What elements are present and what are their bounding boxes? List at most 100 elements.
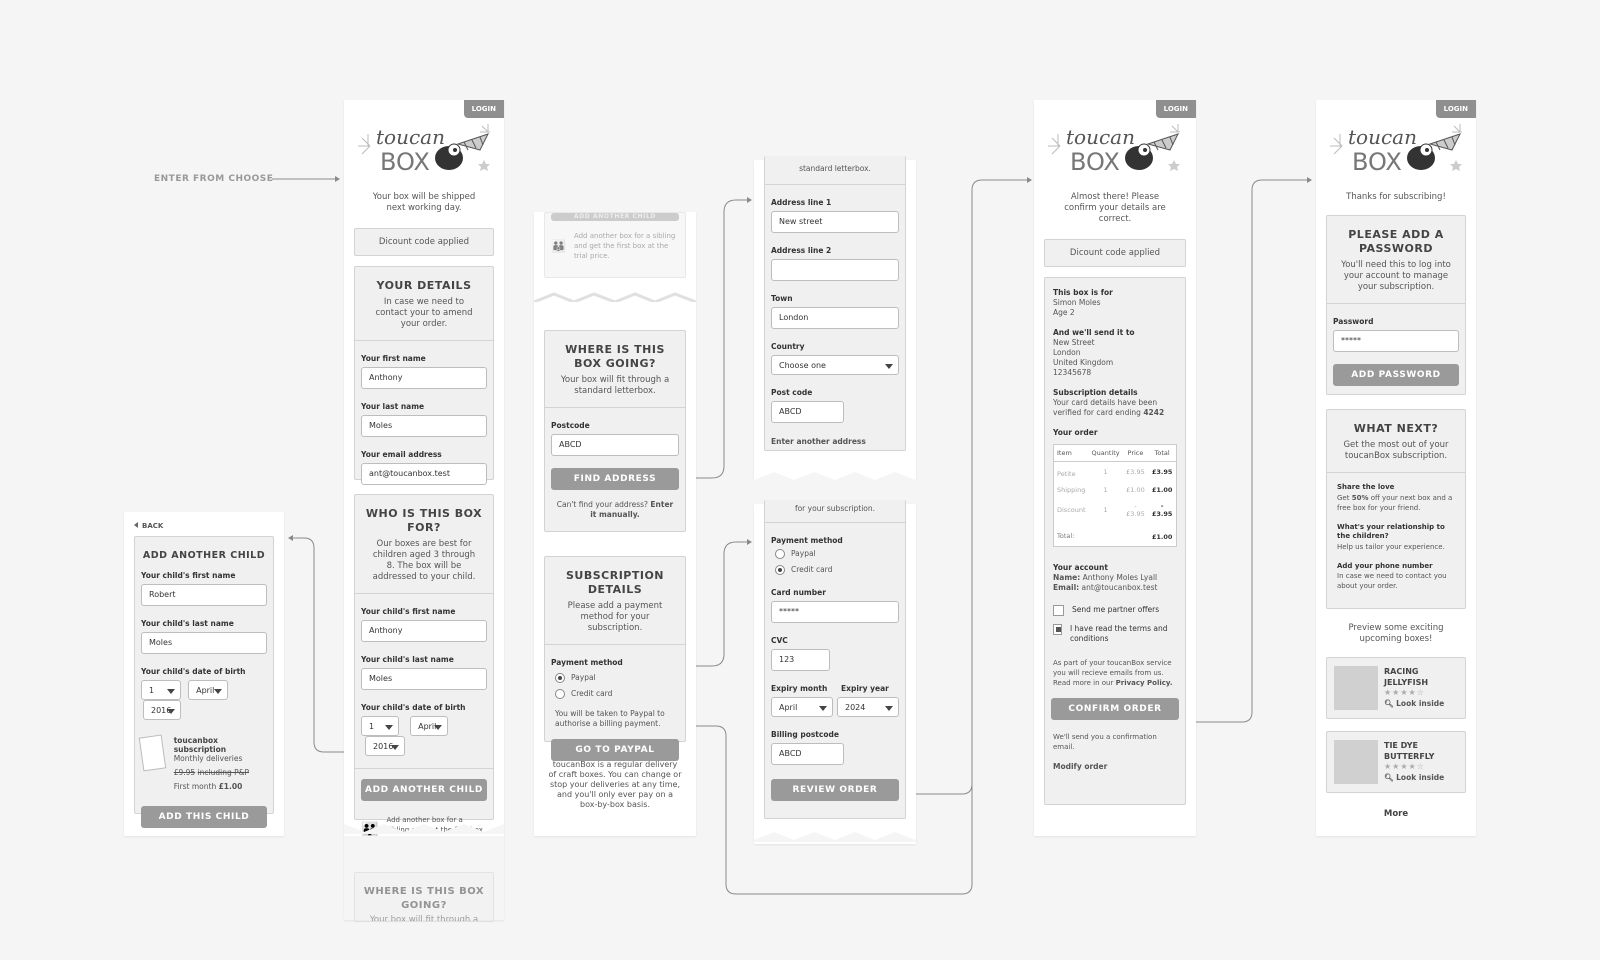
sub-title: toucanbox subscription (173, 736, 227, 754)
postcode-input[interactable]: ABCD (551, 434, 679, 456)
credit-card-label: Credit card (791, 565, 833, 574)
rating-stars: ★★★★☆ (1384, 688, 1425, 697)
paypal-radio[interactable] (775, 549, 785, 559)
country-select[interactable]: Choose one (771, 355, 899, 375)
logo-toucan-text: toucan (376, 125, 445, 149)
expiry-year-select[interactable]: 2024 (837, 697, 899, 717)
confirm-order-button[interactable]: CONFIRM ORDER (1051, 698, 1179, 720)
table-row: Shipping 1 £1.00 £1.00 (1054, 482, 1176, 498)
address-screen: ADD ANOTHER CHILD 👪 Add another box for … (534, 212, 696, 836)
subscription-footer: toucanBox is a regular delivery of craft… (548, 760, 682, 809)
where-title: WHERE IS THIS BOX GOING? (565, 343, 665, 370)
review-order-button[interactable]: REVIEW ORDER (771, 779, 899, 801)
share-love-pre: Get (1337, 493, 1350, 502)
where-desc: Your box will fit through a standard let… (560, 375, 670, 396)
paypal-note: You will be taken to Paypal to authorise… (555, 709, 665, 728)
addr1-input[interactable]: New street (771, 211, 899, 233)
find-address-button[interactable]: FIND ADDRESS (551, 468, 679, 490)
dob-month-select[interactable]: April (188, 680, 229, 700)
dob-day-select[interactable]: 1 (141, 680, 181, 700)
password-card: PLEASE ADD A PASSWORD You'll need this t… (1326, 215, 1466, 395)
box-card[interactable]: TIE DYE BUTTERFLY ★★★★☆ 🔍︎ Look inside (1326, 731, 1466, 793)
look-inside-link[interactable]: Look inside (1396, 773, 1444, 782)
cvc-input[interactable]: 123 (771, 649, 830, 671)
dob-year-select[interactable]: 2016 (143, 700, 181, 720)
dob-year-select[interactable]: 2016 (365, 736, 405, 756)
login-button[interactable]: LOGIN (463, 100, 504, 118)
child-first-input[interactable]: Robert (141, 584, 267, 606)
box-card[interactable]: RACING JELLYFISH ★★★★☆ 🔍︎ Look inside (1326, 657, 1466, 719)
paypal-label: Paypal (791, 549, 816, 558)
add-password-button[interactable]: ADD PASSWORD (1333, 364, 1459, 386)
row-qty: 1 (1103, 506, 1108, 514)
your-details-card: YOUR DETAILS In case we need to contact … (354, 266, 494, 485)
look-inside-link[interactable]: Look inside (1396, 699, 1444, 708)
add-this-child-button[interactable]: ADD THIS CHILD (141, 806, 267, 828)
box-name: RACING JELLYFISH (1384, 667, 1429, 687)
terms-checkbox[interactable] (1053, 624, 1062, 635)
post-code-input[interactable]: ABCD (771, 401, 844, 423)
account-email-key: Email: (1053, 583, 1080, 592)
first-name-input[interactable]: Anthony (361, 367, 487, 389)
thanks-screen: LOGIN toucan BOX Thanks for subscribing!… (1316, 100, 1476, 836)
share-love-link[interactable]: Share the love (1337, 483, 1455, 493)
magnifier-icon: 🔍︎ (1384, 773, 1394, 782)
child-last-label: Your child's last name (141, 619, 234, 628)
child-dob-label: Your child's date of birth (141, 667, 246, 676)
privacy-policy-link[interactable]: Privacy Policy. (1116, 679, 1173, 687)
payment-method-label: Payment method (551, 658, 623, 667)
login-button[interactable]: LOGIN (1155, 100, 1196, 118)
dob-month-select[interactable]: April (410, 716, 449, 736)
box-name: TIE DYE BUTTERFLY (1384, 741, 1435, 761)
relationship-link[interactable]: What's your relationship to the children… (1337, 523, 1455, 542)
addr2-input[interactable] (771, 259, 899, 281)
child-last-name-input[interactable]: Moles (361, 668, 487, 690)
more-link[interactable]: More (1316, 809, 1476, 819)
back-link[interactable]: BACK (134, 522, 284, 530)
logo-box-text: BOX (380, 148, 430, 176)
shipping-intro: Your box will be shipped next working da… (372, 192, 476, 213)
child-first-name-input[interactable]: Anthony (361, 620, 487, 642)
back-arrow-icon (134, 522, 138, 528)
card-verified-text: Your card details have been verified for… (1053, 398, 1158, 417)
card-payment-method-label: Payment method (771, 536, 843, 545)
dob-day-select[interactable]: 1 (361, 716, 399, 736)
paypal-radio[interactable] (555, 673, 565, 683)
expiry-month-select[interactable]: April (771, 697, 833, 717)
terms-label: I have read the terms and conditions (1069, 624, 1168, 643)
zigzag-divider (754, 472, 916, 482)
password-desc: You'll need this to log into your accoun… (1341, 260, 1451, 292)
confirm-note: We'll send you a confirmation email. (1053, 733, 1157, 751)
town-input[interactable]: London (771, 307, 899, 329)
card-number-label: Card number (771, 588, 826, 597)
card-number-input[interactable]: ***** (771, 601, 899, 623)
email-label: Your email address (361, 450, 442, 459)
first-month-price: £1.00 (218, 782, 243, 791)
go-to-paypal-button[interactable]: GO TO PAYPAL (551, 739, 679, 761)
table-row: Discount 1 -£3.95 -£3.95 (1054, 498, 1176, 522)
table-row: Petite 1 £3.95 £3.95 (1054, 462, 1176, 483)
email-input[interactable]: ant@toucanbox.test (361, 463, 487, 485)
total-value: £1.00 (1151, 533, 1173, 541)
logo-box-text: BOX (1070, 148, 1120, 176)
credit-card-radio[interactable] (775, 565, 785, 575)
enter-another-address-link[interactable]: Enter another address (771, 437, 899, 447)
row-price: £1.00 (1126, 486, 1145, 494)
child-last-input[interactable]: Moles (141, 632, 267, 654)
password-input[interactable]: ***** (1333, 330, 1459, 352)
box-illustration-icon (138, 734, 166, 772)
rating-stars: ★★★★☆ (1384, 762, 1425, 771)
login-button[interactable]: LOGIN (1435, 100, 1476, 118)
addr2-label: Address line 2 (771, 246, 832, 255)
phone-number-link[interactable]: Add your phone number (1337, 562, 1455, 572)
last-name-input[interactable]: Moles (361, 415, 487, 437)
toucanbox-logo: toucan BOX (358, 124, 490, 176)
billing-postcode-input[interactable]: ABCD (771, 743, 844, 765)
first-name-label: Your first name (361, 354, 426, 363)
modify-order-link[interactable]: Modify order (1053, 762, 1177, 772)
who-title: WHO IS THIS BOX FOR? (365, 507, 483, 534)
partner-offers-checkbox[interactable] (1053, 605, 1064, 616)
country-label: Country (771, 342, 805, 351)
add-another-child-button[interactable]: ADD ANOTHER CHILD (361, 779, 487, 801)
credit-card-radio[interactable] (555, 689, 565, 699)
